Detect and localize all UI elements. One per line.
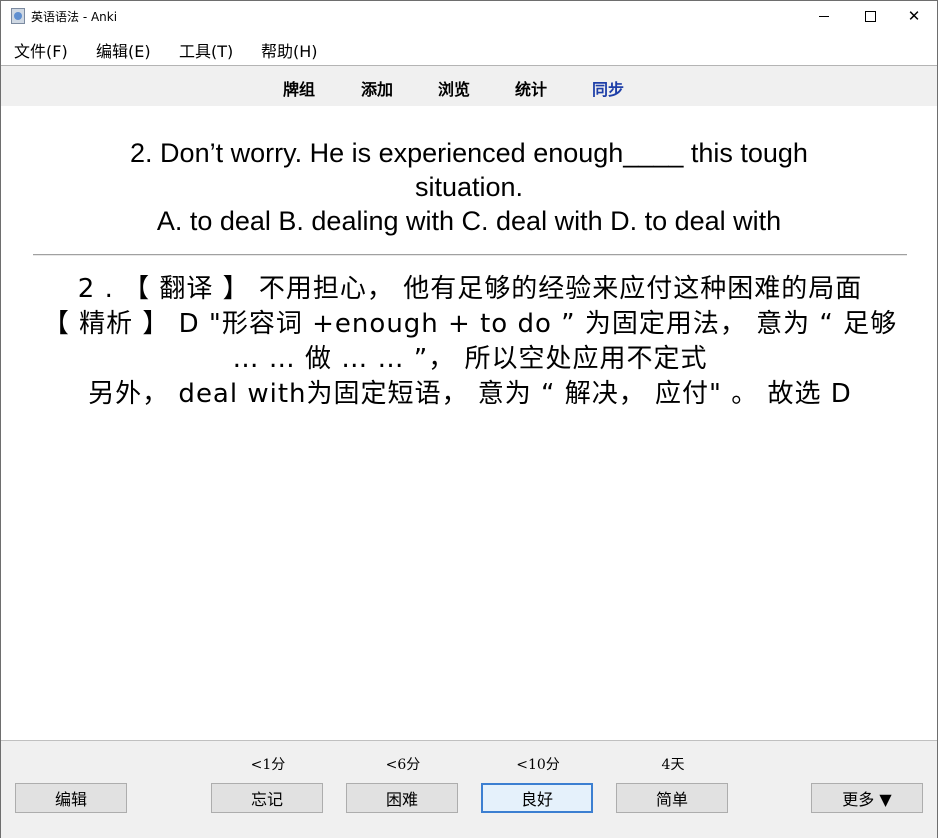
toolbar-decks[interactable]: 牌组 <box>283 76 315 100</box>
minimize-button[interactable] <box>801 1 847 31</box>
question-line: 2. Don’t worry. He is experienced enough… <box>130 138 808 168</box>
answer-divider <box>33 254 907 256</box>
card-answer: 2 . 【 翻译 】 不用担心， 他有足够的经验来应付这种困难的局面 【 精析 … <box>31 272 909 412</box>
menu-file[interactable]: 文件(F) <box>14 38 68 62</box>
close-button[interactable]: ✕ <box>891 1 937 31</box>
toolbar-browse[interactable]: 浏览 <box>438 76 470 100</box>
card-question: 2. Don’t worry. He is experienced enough… <box>61 136 877 238</box>
card-view: 2. Don’t worry. He is experienced enough… <box>1 106 937 740</box>
close-icon: ✕ <box>907 7 921 25</box>
window-title: 英语语法 - Anki <box>31 10 118 24</box>
menu-edit[interactable]: 编辑(E) <box>96 38 151 62</box>
menu-help[interactable]: 帮助(H) <box>261 38 318 62</box>
maximize-icon <box>864 10 876 22</box>
more-button[interactable]: 更多 ▼ <box>811 783 923 813</box>
answer-line: … … 做 … … ”， 所以空处应用不定式 <box>232 344 708 374</box>
easy-interval: 4天 <box>661 757 685 773</box>
edit-button[interactable]: 编辑 <box>15 783 127 813</box>
answer-line: 2 . 【 翻译 】 不用担心， 他有足够的经验来应付这种困难的局面 <box>77 274 863 304</box>
answer-line: 另外， deal with为固定短语， 意为 “ 解决， 应付" 。 故选 D <box>88 379 852 409</box>
toolbar-sync[interactable]: 同步 <box>592 76 624 100</box>
good-button[interactable]: 良好 <box>481 783 593 813</box>
minimize-icon <box>819 15 829 17</box>
menu-bar: 文件(F) 编辑(E) 工具(T) 帮助(H) <box>1 34 937 62</box>
again-button[interactable]: 忘记 <box>211 783 323 813</box>
easy-button[interactable]: 简单 <box>616 783 728 813</box>
menu-tools[interactable]: 工具(T) <box>179 38 233 62</box>
anki-window: 英语语法 - Anki ✕ 文件(F) 编辑(E) 工具(T) 帮助(H) 牌组… <box>0 0 938 838</box>
hard-button[interactable]: 困难 <box>346 783 458 813</box>
question-line: A. to deal B. dealing with C. deal with … <box>156 206 782 236</box>
main-toolbar: 牌组 添加 浏览 统计 同步 <box>1 65 937 107</box>
again-interval: <1分 <box>250 757 286 773</box>
question-line: situation. <box>414 172 524 202</box>
review-bar: <1分 <6分 <10分 4天 编辑 忘记 困难 良好 简单 更多 ▼ <box>1 740 937 838</box>
answer-line: 【 精析 】 D "形容词 +enough + to do ” 为固定用法， 意… <box>42 309 898 339</box>
toolbar-stats[interactable]: 统计 <box>515 76 547 100</box>
anki-app-icon <box>11 8 25 24</box>
toolbar-add[interactable]: 添加 <box>361 76 393 100</box>
title-bar: 英语语法 - Anki ✕ <box>1 1 937 31</box>
good-interval: <10分 <box>516 757 560 773</box>
maximize-button[interactable] <box>847 1 893 31</box>
hard-interval: <6分 <box>385 757 421 773</box>
